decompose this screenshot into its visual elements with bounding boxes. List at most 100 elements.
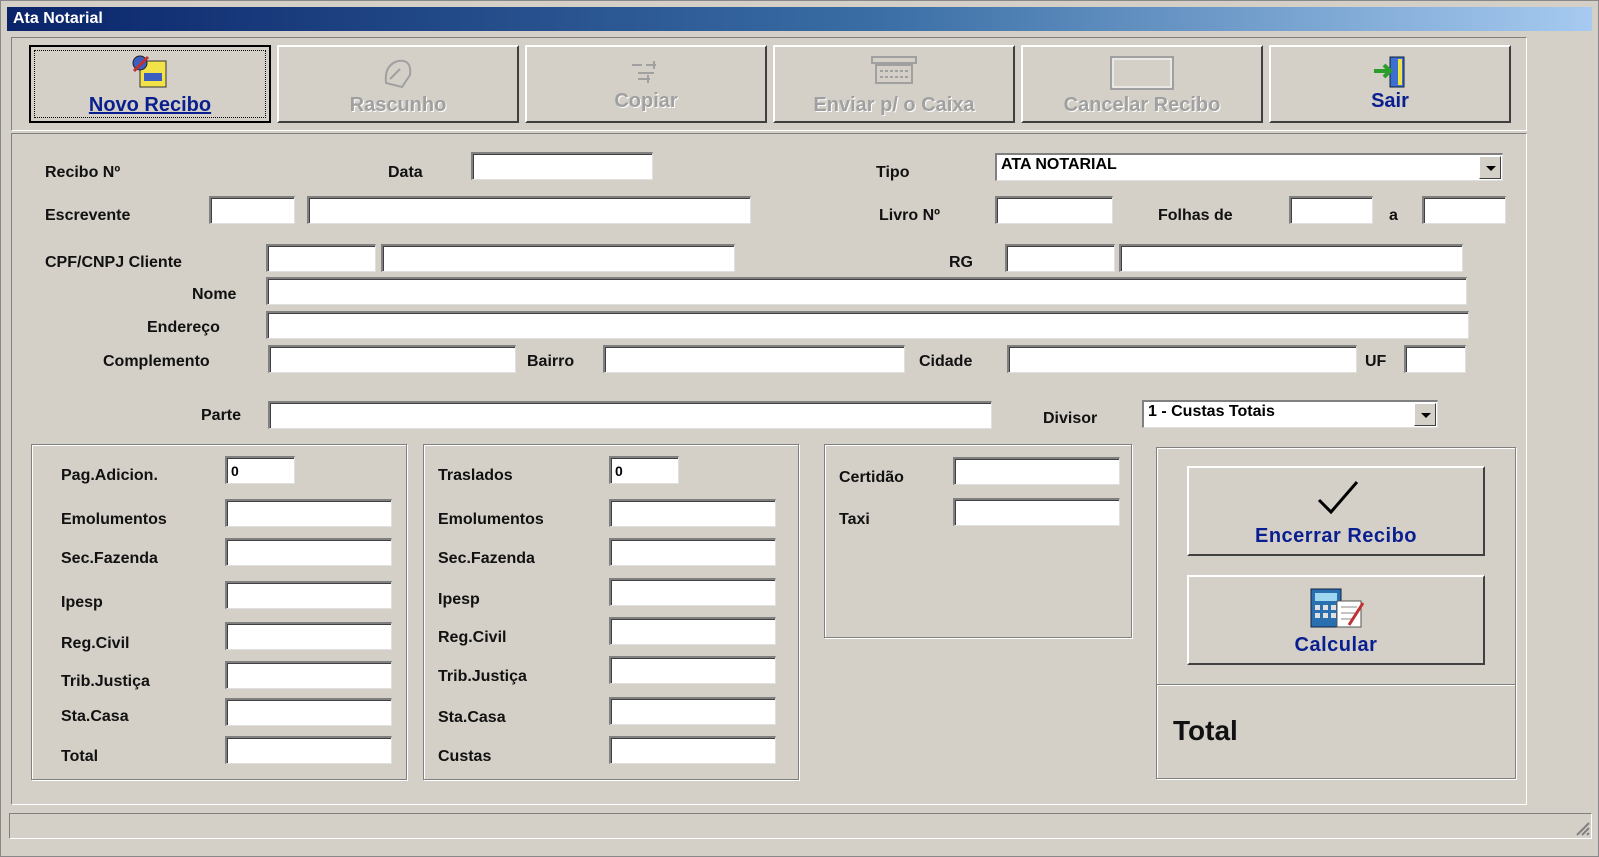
left-sta-casa-input[interactable] xyxy=(225,698,392,726)
left-total-label: Total xyxy=(61,748,99,765)
parte-input[interactable] xyxy=(268,401,992,429)
complemento-label: Complemento xyxy=(103,353,210,370)
traslados-group xyxy=(423,444,799,780)
pag-adicion-input[interactable] xyxy=(225,456,295,484)
left-sec-fazenda-input[interactable] xyxy=(225,538,392,566)
mid-sec-fazenda-label: Sec.Fazenda xyxy=(438,550,535,567)
certidao-label: Certidão xyxy=(839,469,904,486)
cpf-label: CPF/CNPJ Cliente xyxy=(45,254,182,271)
pag-adicion-label: Pag.Adicion. xyxy=(61,467,158,484)
taxi-label: Taxi xyxy=(839,511,870,528)
traslados-input[interactable] xyxy=(609,456,679,484)
uf-input[interactable] xyxy=(1404,345,1466,373)
tipo-label: Tipo xyxy=(876,164,910,181)
cpf-input[interactable] xyxy=(381,244,735,272)
enviar-caixa-label: Enviar p/ o Caixa xyxy=(813,94,975,116)
left-sta-casa-label: Sta.Casa xyxy=(61,708,129,725)
mid-trib-justica-label: Trib.Justiça xyxy=(438,668,527,685)
cancel-receipt-icon xyxy=(1107,53,1177,99)
nome-label: Nome xyxy=(192,286,237,303)
endereco-label: Endereço xyxy=(147,319,220,336)
complemento-input[interactable] xyxy=(268,345,516,373)
mid-custas-input[interactable] xyxy=(609,736,776,764)
parte-label: Parte xyxy=(201,407,242,424)
mid-ipesp-label: Ipesp xyxy=(438,591,480,608)
enviar-caixa-button[interactable]: Enviar p/ o Caixa xyxy=(773,45,1015,123)
livro-label: Livro Nº xyxy=(879,207,940,224)
rascunho-button[interactable]: Rascunho xyxy=(277,45,519,123)
nome-input[interactable] xyxy=(266,277,1467,305)
rg-type-input[interactable] xyxy=(1005,244,1115,272)
escrevente-name-input[interactable] xyxy=(307,196,751,224)
livro-input[interactable] xyxy=(995,196,1113,224)
draft-icon xyxy=(376,53,420,99)
divisor-dropdown-arrow-icon[interactable] xyxy=(1414,403,1436,426)
novo-recibo-button[interactable]: Novo Recibo xyxy=(29,45,271,123)
ata-notarial-window: Ata Notarial Novo Recibo Rascunho Copiar… xyxy=(0,0,1599,857)
window-title: Ata Notarial xyxy=(7,7,1592,31)
tipo-dropdown-arrow-icon[interactable] xyxy=(1479,156,1501,179)
divisor-value: 1 - Custas Totais xyxy=(1148,403,1275,420)
taxi-input[interactable] xyxy=(953,498,1120,526)
total-label: Total xyxy=(1173,715,1238,746)
folhas-label: Folhas de xyxy=(1158,207,1233,224)
checkmark-icon xyxy=(1313,478,1361,523)
tipo-value: ATA NOTARIAL xyxy=(1001,156,1117,173)
folhas-de-input[interactable] xyxy=(1289,196,1373,224)
sair-button[interactable]: Sair xyxy=(1269,45,1511,123)
mid-trib-justica-input[interactable] xyxy=(609,656,776,684)
mid-emolumentos-input[interactable] xyxy=(609,499,776,527)
cash-register-icon xyxy=(864,53,924,99)
cancelar-recibo-button[interactable]: Cancelar Recibo xyxy=(1021,45,1263,123)
escrevente-code-input[interactable] xyxy=(209,196,295,224)
novo-recibo-label: Novo Recibo xyxy=(88,94,212,116)
data-label: Data xyxy=(388,164,423,181)
data-input[interactable] xyxy=(471,152,653,180)
cancelar-recibo-label: Cancelar Recibo xyxy=(1063,94,1221,116)
mid-sta-casa-input[interactable] xyxy=(609,697,776,725)
resize-grip-icon[interactable] xyxy=(1573,819,1591,842)
tipo-select[interactable]: ATA NOTARIAL xyxy=(995,153,1503,181)
divisor-label: Divisor xyxy=(1043,410,1098,427)
sair-label: Sair xyxy=(1371,90,1409,112)
pag-adicion-group xyxy=(31,444,407,780)
left-ipesp-label: Ipesp xyxy=(61,594,103,611)
left-trib-justica-input[interactable] xyxy=(225,661,392,689)
copiar-button[interactable]: Copiar xyxy=(525,45,767,123)
folhas-a-input[interactable] xyxy=(1422,196,1506,224)
status-bar xyxy=(9,813,1592,839)
cpf-type-input[interactable] xyxy=(266,244,376,272)
mid-reg-civil-input[interactable] xyxy=(609,617,776,645)
endereco-input[interactable] xyxy=(266,311,1469,339)
left-total-input[interactable] xyxy=(225,736,392,764)
escrevente-label: Escrevente xyxy=(45,207,131,224)
divisor-select[interactable]: 1 - Custas Totais xyxy=(1142,400,1438,428)
traslados-label: Traslados xyxy=(438,467,513,484)
cidade-label: Cidade xyxy=(919,353,973,370)
calcular-button[interactable]: Calcular xyxy=(1187,575,1485,665)
rascunho-label: Rascunho xyxy=(349,94,447,116)
left-ipesp-input[interactable] xyxy=(225,581,392,609)
rg-label: RG xyxy=(949,254,973,271)
uf-label: UF xyxy=(1365,353,1387,370)
mid-reg-civil-label: Reg.Civil xyxy=(438,629,507,646)
mid-ipesp-input[interactable] xyxy=(609,578,776,606)
new-receipt-icon xyxy=(128,53,172,99)
left-reg-civil-input[interactable] xyxy=(225,622,392,650)
mid-emolumentos-label: Emolumentos xyxy=(438,511,544,528)
encerrar-recibo-button[interactable]: Encerrar Recibo xyxy=(1187,466,1485,556)
left-reg-civil-label: Reg.Civil xyxy=(61,635,130,652)
certidao-input[interactable] xyxy=(953,457,1120,485)
folhas-a-label: a xyxy=(1389,207,1398,224)
copiar-label: Copiar xyxy=(614,90,678,112)
left-emolumentos-label: Emolumentos xyxy=(61,511,167,528)
rg-input[interactable] xyxy=(1119,244,1463,272)
bairro-label: Bairro xyxy=(527,353,575,370)
cidade-input[interactable] xyxy=(1007,345,1357,373)
mid-sec-fazenda-input[interactable] xyxy=(609,538,776,566)
left-emolumentos-input[interactable] xyxy=(225,499,392,527)
bairro-input[interactable] xyxy=(603,345,905,373)
recibo-label: Recibo Nº xyxy=(45,164,121,181)
mid-sta-casa-label: Sta.Casa xyxy=(438,709,506,726)
calculator-icon xyxy=(1307,585,1367,636)
